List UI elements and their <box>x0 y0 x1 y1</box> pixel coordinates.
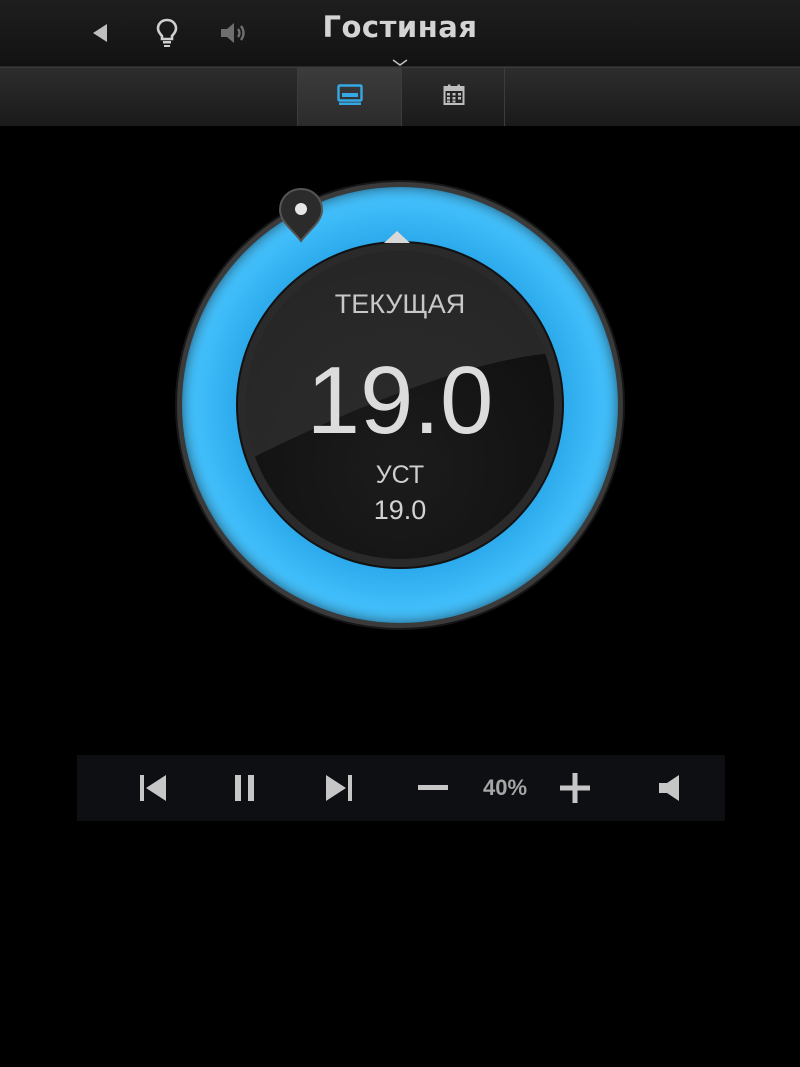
next-track-icon[interactable] <box>321 755 357 821</box>
volume-down-icon[interactable] <box>415 755 451 821</box>
calendar-icon <box>443 84 465 110</box>
current-temperature-label: ТЕКУЩАЯ <box>334 289 466 319</box>
tab-schedule[interactable] <box>401 68 505 126</box>
tab-bar <box>0 67 800 126</box>
top-bar: Гостиная <box>0 0 800 67</box>
media-control-bar: 40% <box>77 755 725 821</box>
volume-up-icon[interactable] <box>557 755 593 821</box>
setpoint-value: 19.0 <box>373 495 427 525</box>
previous-track-icon[interactable] <box>135 755 171 821</box>
volume-level: 40% <box>482 775 528 800</box>
display-icon <box>336 84 363 110</box>
thermostat-dial[interactable]: ТЕКУЩАЯ 19.0 УСТ 19.0 <box>180 185 620 625</box>
location-marker-icon[interactable] <box>276 185 326 249</box>
tab-divider <box>504 68 505 126</box>
pause-icon[interactable] <box>227 755 263 821</box>
room-title[interactable]: Гостиная <box>0 10 800 44</box>
current-temperature-value: 19.0 <box>306 347 494 454</box>
thermostat-screen: Гостиная ТЕКУЩАЯ 19.0 УСТ 19.0 40% <box>0 0 800 1067</box>
setpoint-pointer-icon <box>383 229 411 248</box>
mute-speaker-icon[interactable] <box>651 755 687 821</box>
tab-thermostat[interactable] <box>297 68 401 126</box>
setpoint-label: УСТ <box>375 461 425 489</box>
